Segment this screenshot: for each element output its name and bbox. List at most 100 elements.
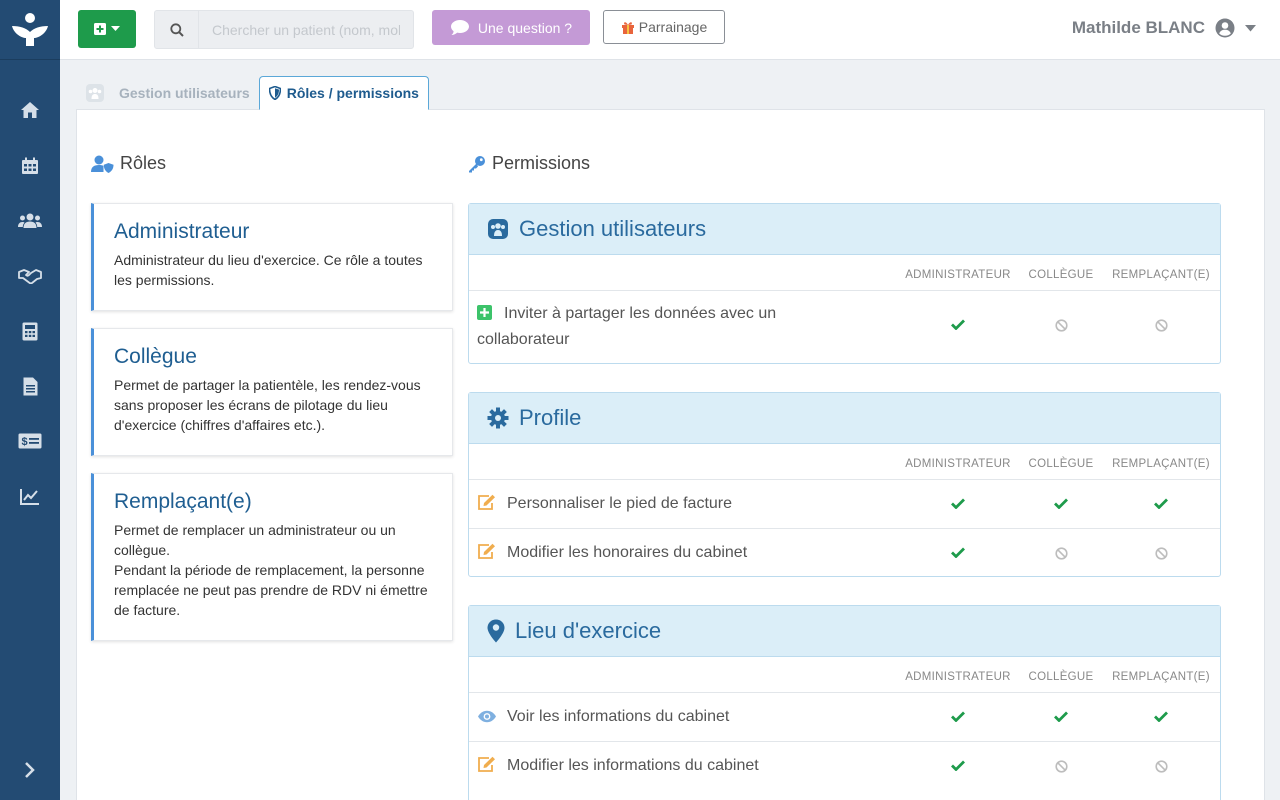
check-icon: [1054, 711, 1068, 722]
chart-line-icon: [20, 488, 39, 505]
main-panel: Rôles Administrateur Administrateur du l…: [76, 109, 1265, 800]
plus-square-icon: [94, 23, 106, 35]
perm-denied: [1101, 547, 1221, 560]
nav-handshake[interactable]: [0, 256, 60, 296]
role-card-remplacant[interactable]: Remplaçant(e) Permet de remplacer un adm…: [91, 473, 453, 641]
user-name: Mathilde BLANC: [1071, 18, 1205, 37]
caret-down-icon: [111, 26, 120, 31]
perm-row-label-wrap: Voir les informations du cabinet: [477, 705, 897, 731]
calendar-icon: [22, 157, 38, 174]
perm-row: Inviter à partager les données avec un c…: [469, 291, 1220, 363]
perm-row: Modifier les informations du cabinet: [469, 742, 1220, 791]
question-button-label: Une question ?: [477, 19, 573, 36]
app-logo[interactable]: [0, 0, 60, 60]
ban-icon: [1154, 319, 1168, 332]
ban-icon: [1154, 760, 1168, 773]
nav-statistics[interactable]: [0, 476, 60, 516]
user-menu[interactable]: Mathilde BLANC: [1072, 18, 1256, 38]
sidebar-expand-button[interactable]: [0, 750, 60, 790]
check-icon: [1154, 498, 1168, 509]
perm-row-label-wrap: Personnaliser le pied de facture: [477, 492, 897, 518]
check-icon: [951, 711, 965, 722]
chevron-right-icon: [25, 762, 35, 778]
col-remplacant: REMPLAÇANT(E): [1112, 671, 1210, 683]
tab-roles-permissions[interactable]: Rôles / permissions: [258, 76, 429, 110]
perm-group-profile: Profile ADMINISTRATEUR COLLÈGUE REMPLAÇA…: [468, 392, 1221, 577]
question-button[interactable]: Une question ?: [432, 10, 590, 45]
ban-icon: [1054, 760, 1068, 773]
check-icon: [951, 760, 965, 771]
ban-icon: [1054, 319, 1068, 332]
perm-allowed: [1101, 498, 1221, 509]
check-icon: [951, 498, 965, 509]
perm-row: Personnaliser le pied de facture: [469, 480, 1220, 529]
perm-row: Voir les informations du cabinet: [469, 693, 1220, 742]
users-icon: [18, 213, 42, 228]
ban-icon: [1054, 547, 1068, 560]
comment-icon: [450, 20, 469, 35]
user-shield-icon: [91, 155, 114, 173]
users-group-icon: [86, 84, 104, 102]
shield-icon: [268, 86, 281, 100]
nav-patients[interactable]: [0, 201, 60, 241]
role-card-collegue[interactable]: Collègue Permet de partager la patientèl…: [91, 328, 453, 456]
sidebar: $: [0, 0, 60, 800]
perm-row-label-wrap: Inviter à partager les données avec un c…: [477, 302, 817, 352]
perm-denied: [1101, 319, 1221, 332]
eye-icon: [477, 707, 499, 731]
svg-text:$: $: [22, 436, 28, 448]
tab-bar: Gestion utilisateurs Rôles / permissions: [76, 76, 429, 110]
perm-allowed: [898, 760, 1018, 771]
roles-title: Rôles: [91, 153, 166, 174]
perm-group-title: Profile: [519, 405, 582, 430]
search-input[interactable]: [200, 11, 412, 48]
plus-square-icon: [477, 304, 492, 328]
perm-group-lieu-exercice: Lieu d'exercice ADMINISTRATEUR COLLÈGUE …: [468, 605, 1221, 800]
perm-allowed: [898, 319, 1018, 330]
parrainage-button[interactable]: Parrainage: [603, 10, 725, 44]
home-icon: [21, 102, 39, 118]
perm-group-gestion-utilisateurs: Gestion utilisateurs ADMINISTRATEUR COLL…: [468, 203, 1221, 364]
parrainage-button-label: Parrainage: [638, 19, 708, 35]
tab-gestion-utilisateurs-label: Gestion utilisateurs: [119, 85, 250, 101]
col-administrateur: ADMINISTRATEUR: [905, 458, 1011, 470]
perm-row: Modifier les honoraires du cabinet: [469, 529, 1220, 577]
map-marker-icon: [487, 619, 505, 643]
perm-column-headers: ADMINISTRATEUR COLLÈGUE REMPLAÇANT(E): [469, 444, 1220, 480]
perm-group-header: Gestion utilisateurs: [469, 204, 1220, 255]
role-name: Administrateur: [114, 220, 250, 243]
users-group-icon: [488, 219, 508, 239]
search-button[interactable]: [155, 11, 199, 48]
perm-denied: [1101, 760, 1221, 773]
role-name: Collègue: [114, 345, 197, 368]
permissions-title: Permissions: [468, 153, 590, 174]
tab-gestion-utilisateurs[interactable]: Gestion utilisateurs: [76, 76, 259, 110]
perm-row-label: Personnaliser le pied de facture: [507, 495, 733, 512]
nav-home[interactable]: [0, 90, 60, 130]
nav-documents[interactable]: [0, 366, 60, 406]
role-card-administrateur[interactable]: Administrateur Administrateur du lieu d'…: [91, 203, 453, 311]
role-name: Remplaçant(e): [114, 490, 252, 513]
add-button[interactable]: [78, 10, 136, 48]
gear-icon: [487, 407, 509, 429]
perm-row-label-wrap: Modifier les informations du cabinet: [477, 754, 897, 780]
check-icon: [951, 547, 965, 558]
patient-search: [154, 10, 414, 49]
perm-group-title: Lieu d'exercice: [515, 618, 662, 643]
nav-calendar[interactable]: [0, 146, 60, 186]
perm-group-header: Profile: [469, 393, 1220, 444]
gift-icon: [621, 22, 634, 34]
perm-column-headers: ADMINISTRATEUR COLLÈGUE REMPLAÇANT(E): [469, 255, 1220, 291]
edit-icon: [477, 494, 499, 518]
nav-calculator[interactable]: [0, 311, 60, 351]
roles-title-label: Rôles: [120, 153, 167, 173]
logo-icon: [12, 12, 48, 46]
edit-icon: [477, 543, 499, 567]
col-administrateur: ADMINISTRATEUR: [905, 269, 1011, 281]
perm-allowed: [898, 547, 1018, 558]
role-description: Permet de remplacer un administrateur ou…: [114, 522, 428, 618]
perm-row-label: Voir les informations du cabinet: [507, 708, 730, 725]
perm-row-label: Modifier les informations du cabinet: [507, 757, 759, 774]
nav-billing[interactable]: $: [0, 421, 60, 461]
perm-column-headers: ADMINISTRATEUR COLLÈGUE REMPLAÇANT(E): [469, 657, 1220, 693]
